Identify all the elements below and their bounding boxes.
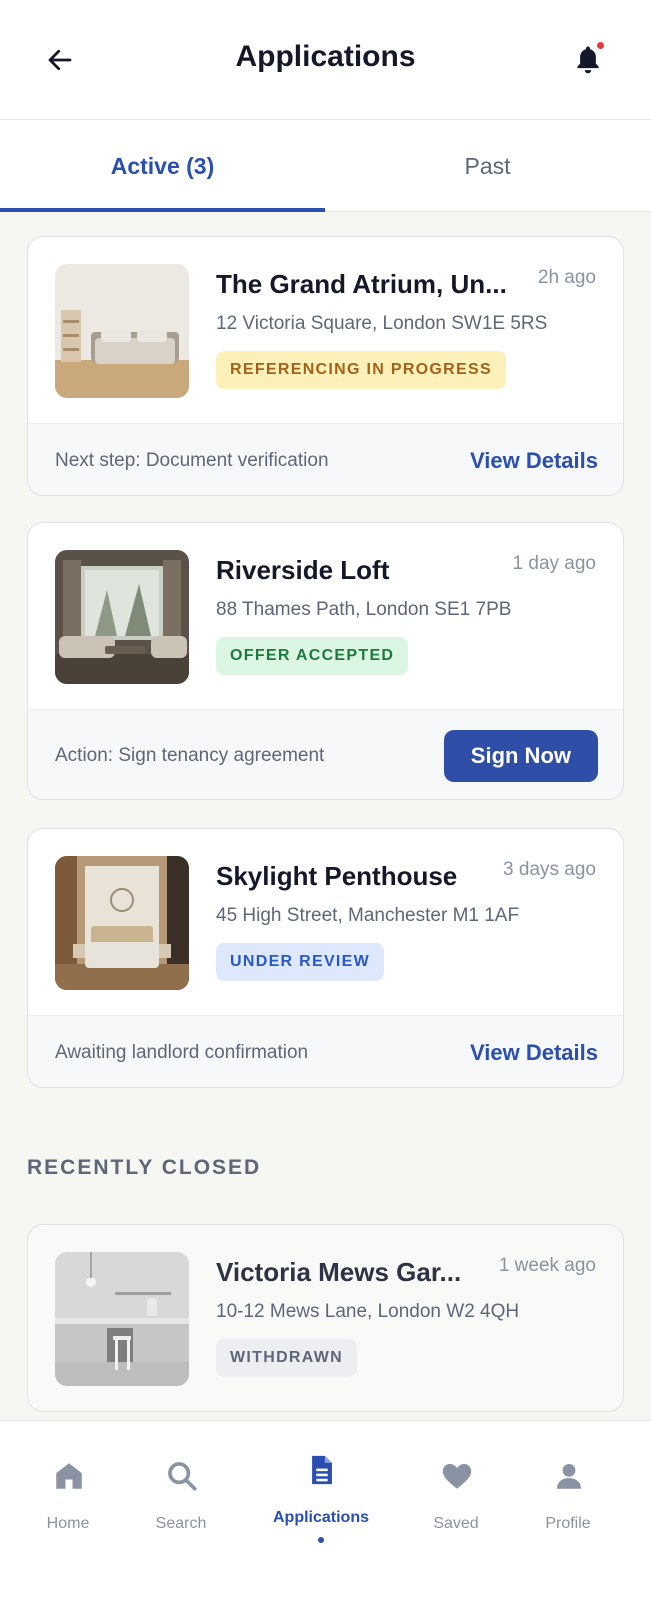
document-icon	[312, 1455, 332, 1485]
nav-label: Home	[46, 1515, 90, 1532]
application-card[interactable]: Skylight Penthouse 3 days ago 45 High St…	[27, 828, 624, 1088]
sign-now-button[interactable]: Sign Now	[443, 730, 598, 782]
status-badge: REFERENCING IN PROGRESS	[216, 351, 506, 389]
tab-indicator	[0, 208, 325, 212]
status-note-text: Awaiting landlord confirmation	[55, 1042, 309, 1063]
property-title: Victoria Mews Gar...	[216, 1257, 462, 1287]
property-title: Skylight Penthouse	[216, 861, 458, 891]
nav-applications[interactable]: Applications	[256, 1421, 386, 1571]
section-title-recently-closed: RECENTLY CLOSED	[27, 1156, 262, 1179]
property-image	[55, 550, 189, 684]
tab-bar: Active (3) Past	[0, 120, 651, 212]
action-text: Action: Sign tenancy agreement	[55, 745, 325, 766]
page-title: Applications	[235, 40, 416, 73]
property-address: 12 Victoria Square, London SW1E 5RS	[216, 313, 548, 334]
nav-search[interactable]: Search	[116, 1421, 246, 1571]
property-address: 88 Thames Path, London SE1 7PB	[216, 599, 512, 620]
nav-profile[interactable]: Profile	[503, 1421, 633, 1571]
updated-time: 2h ago	[537, 267, 596, 288]
nav-label: Saved	[433, 1515, 479, 1532]
property-title: The Grand Atrium, Un...	[216, 269, 507, 299]
view-details-button[interactable]: View Details	[470, 1016, 598, 1087]
active-indicator-dot	[318, 1537, 324, 1543]
closed-application-card[interactable]: Victoria Mews Gar... 1 week ago 10-12 Me…	[27, 1224, 624, 1412]
card-footer: Next step: Document verification View De…	[28, 423, 623, 495]
status-badge: UNDER REVIEW	[216, 943, 385, 981]
tab-past[interactable]: Past	[325, 120, 650, 212]
tab-active[interactable]: Active (3)	[0, 120, 325, 212]
next-step-text: Next step: Document verification	[55, 450, 329, 471]
card-footer: Awaiting landlord confirmation View Deta…	[28, 1015, 623, 1087]
property-image	[55, 856, 189, 990]
status-badge: WITHDRAWN	[216, 1339, 358, 1377]
property-image	[55, 1252, 189, 1386]
application-card[interactable]: The Grand Atrium, Un... 2h ago 12 Victor…	[27, 236, 624, 496]
view-details-button[interactable]: View Details	[470, 424, 598, 495]
updated-time: 3 days ago	[503, 859, 596, 880]
nav-home[interactable]: Home	[3, 1421, 133, 1571]
property-address: 45 High Street, Manchester M1 1AF	[216, 905, 520, 926]
user-icon	[556, 1463, 582, 1489]
search-icon	[168, 1462, 197, 1491]
bottom-navigation: Home Search Applications Saved Profile	[0, 1420, 651, 1600]
nav-label: Profile	[545, 1515, 591, 1532]
nav-saved[interactable]: Saved	[391, 1421, 521, 1571]
heart-icon	[442, 1463, 472, 1489]
nav-label: Applications	[272, 1509, 369, 1526]
property-title: Riverside Loft	[216, 555, 390, 585]
card-footer: Action: Sign tenancy agreement Sign Now	[28, 709, 623, 799]
status-badge: OFFER ACCEPTED	[216, 637, 409, 675]
updated-time: 1 week ago	[498, 1255, 596, 1276]
app-header: Applications	[0, 0, 651, 120]
notifications-button[interactable]	[566, 38, 610, 82]
property-address: 10-12 Mews Lane, London W2 4QH	[216, 1301, 520, 1322]
home-icon	[56, 1463, 82, 1489]
updated-time: 1 day ago	[512, 553, 596, 574]
nav-label: Search	[155, 1515, 207, 1532]
unread-indicator	[597, 42, 604, 49]
property-image	[55, 264, 189, 398]
application-card[interactable]: Riverside Loft 1 day ago 88 Thames Path,…	[27, 522, 624, 800]
